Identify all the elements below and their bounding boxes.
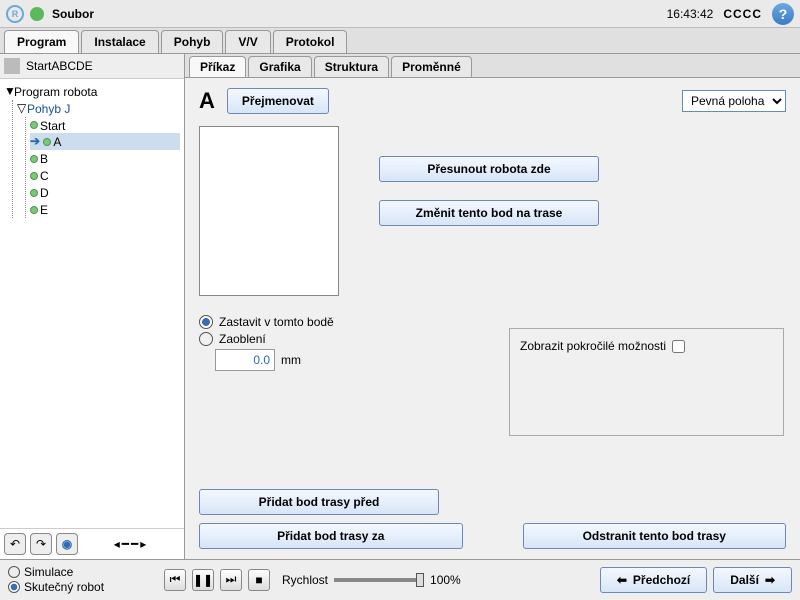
ur-logo: R <box>6 5 24 23</box>
nav-arrows[interactable]: ◂━━▸ <box>82 537 180 551</box>
globe-icon <box>30 7 44 21</box>
tab-program[interactable]: Program <box>4 30 79 53</box>
tab-pohyb[interactable]: Pohyb <box>161 30 224 53</box>
prev-button[interactable]: ⬅Předchozí <box>600 567 707 593</box>
help-icon[interactable]: ? <box>772 3 794 25</box>
add-before-button[interactable]: Přidat bod trasy před <box>199 489 439 515</box>
add-after-button[interactable]: Přidat bod trasy za <box>199 523 463 549</box>
tree-move[interactable]: ▽Pohyb J <box>17 100 180 117</box>
tree-pt-d[interactable]: D <box>30 184 180 201</box>
advanced-checkbox[interactable] <box>672 340 685 353</box>
tree-pt-a[interactable]: ➔ A <box>30 133 180 150</box>
redo-button[interactable]: ↷ <box>30 533 52 555</box>
sub-tabs: Příkaz Grafika Struktura Proměnné <box>185 54 800 78</box>
speed-pct: 100% <box>430 573 461 587</box>
tab-protokol[interactable]: Protokol <box>273 30 348 53</box>
tree-pt-start[interactable]: Start <box>30 117 180 134</box>
real-radio[interactable]: Skutečný robot <box>8 580 158 594</box>
remove-button[interactable]: Odstranit tento bod trasy <box>523 523 787 549</box>
advanced-box: Zobrazit pokročilé možnosti <box>509 328 784 436</box>
skip-fwd-button[interactable]: ⏭ <box>220 569 242 591</box>
tree-root[interactable]: ▼Program robota <box>4 83 180 100</box>
blend-value-input[interactable] <box>215 349 275 371</box>
position-select[interactable]: Pevná poloha <box>682 90 786 112</box>
menu-file[interactable]: Soubor <box>52 7 94 21</box>
speed-slider[interactable] <box>334 578 424 582</box>
status-cccc: CCCC <box>723 7 762 21</box>
advanced-checkbox-label[interactable]: Zobrazit pokročilé možnosti <box>520 339 773 353</box>
tree-pt-b[interactable]: B <box>30 150 180 167</box>
preview-box <box>199 126 339 296</box>
next-button[interactable]: Další➡ <box>713 567 792 593</box>
stop-radio-row[interactable]: Zastavit v tomto bodě <box>199 315 786 329</box>
blend-radio[interactable] <box>199 332 213 346</box>
tab-vv[interactable]: V/V <box>225 30 270 53</box>
rename-button[interactable]: Přejmenovat <box>227 88 329 114</box>
change-point-button[interactable]: Změnit tento bod na trase <box>379 200 599 226</box>
sim-radio[interactable]: Simulace <box>8 565 158 579</box>
subtab-grafika[interactable]: Grafika <box>248 56 311 77</box>
tree-pt-e[interactable]: E <box>30 201 180 218</box>
blend-unit: mm <box>281 353 301 367</box>
stop-button[interactable]: ■ <box>248 569 270 591</box>
file-name: StartABCDE <box>26 59 93 73</box>
tree-pt-c[interactable]: C <box>30 167 180 184</box>
subtab-prikaz[interactable]: Příkaz <box>189 56 246 77</box>
subtab-struktura[interactable]: Struktura <box>314 56 389 77</box>
stop-radio[interactable] <box>199 315 213 329</box>
move-robot-button[interactable]: Přesunout robota zde <box>379 156 599 182</box>
tab-instalace[interactable]: Instalace <box>81 30 158 53</box>
disk-icon <box>4 58 20 74</box>
speed-label: Rychlost <box>282 573 328 587</box>
clock: 16:43:42 <box>667 7 714 21</box>
undo-button[interactable]: ↶ <box>4 533 26 555</box>
waypoint-letter: A <box>199 88 215 114</box>
skip-back-button[interactable]: ⏮ <box>164 569 186 591</box>
main-tabs: Program Instalace Pohyb V/V Protokol <box>0 28 800 54</box>
subtab-promenne[interactable]: Proměnné <box>391 56 472 77</box>
pause-button[interactable]: ❚❚ <box>192 569 214 591</box>
program-tree: ▼Program robota ▽Pohyb J Start ➔ A B C D… <box>0 79 184 528</box>
target-button[interactable]: ◉ <box>56 533 78 555</box>
